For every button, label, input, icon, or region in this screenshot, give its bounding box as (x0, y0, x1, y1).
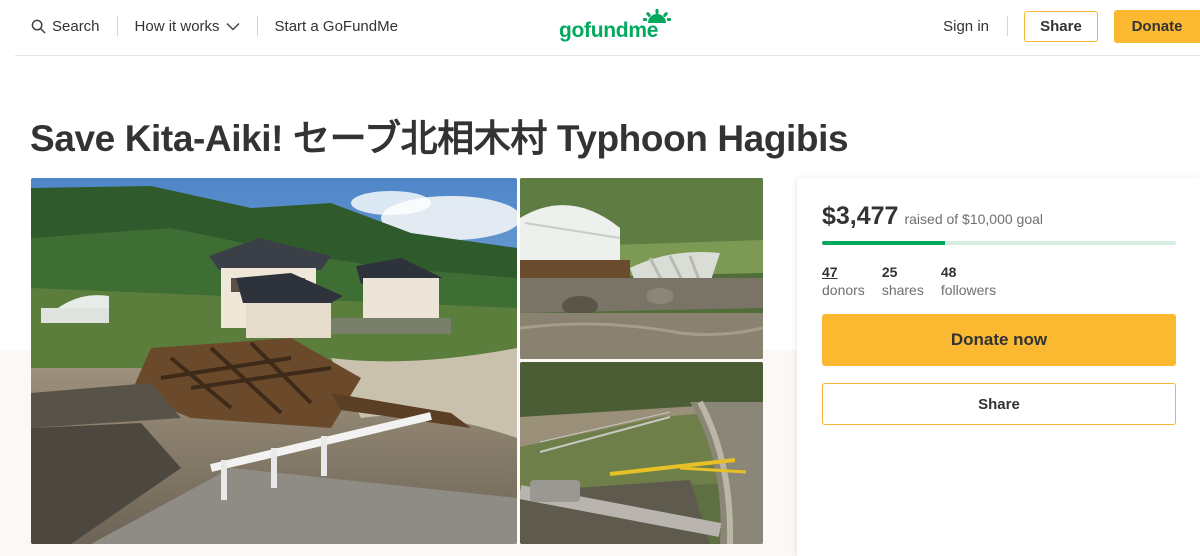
stat-shares: 25 shares (882, 263, 924, 299)
donate-now-button[interactable]: Donate now (822, 314, 1176, 366)
sign-in-link[interactable]: Sign in (943, 18, 989, 35)
chevron-down-icon (226, 22, 240, 31)
nav-divider (256, 16, 258, 36)
nav-right: Sign in Share Donate (943, 9, 1200, 43)
search-label: Search (52, 17, 100, 35)
followers-count: 48 (940, 264, 957, 280)
goal-text: raised of $10,000 goal (904, 211, 1044, 227)
progress-fill (822, 241, 946, 245)
stat-donors[interactable]: 47 donors (822, 263, 865, 299)
header-donate-button[interactable]: Donate (1114, 9, 1200, 43)
campaign-stats: 47 donors 25 shares 48 followers (822, 263, 996, 299)
start-gofundme-link[interactable]: Start a GoFundMe (275, 18, 398, 35)
gofundme-logo[interactable]: gofundme (559, 9, 671, 43)
donors-count[interactable]: 47 (822, 263, 865, 281)
amount-raised: $3,477 raised of $10,000 goal (822, 202, 1043, 231)
site-header: Search How it works Start a GoFundMe gof… (0, 0, 1200, 52)
followers-label: followers (940, 282, 997, 298)
header-divider (15, 55, 1200, 56)
campaign-main-photo[interactable] (31, 178, 517, 544)
shares-label: shares (881, 282, 924, 298)
how-it-works-label: How it works (134, 17, 220, 35)
campaign-photo-damaged-greenhouse[interactable] (520, 178, 763, 359)
logo-sun-icon (643, 9, 671, 23)
start-gofundme-label: Start a GoFundMe (274, 17, 398, 35)
donation-card: $3,477 raised of $10,000 goal 47 donors … (797, 178, 1200, 556)
progress-bar (822, 241, 1176, 245)
raised-amount: $3,477 (822, 202, 899, 230)
search-icon (31, 19, 46, 33)
campaign-photo-fallen-pole[interactable] (520, 362, 763, 544)
how-it-works-menu[interactable]: How it works (135, 18, 240, 35)
nav-divider (116, 16, 118, 36)
donors-label: donors (822, 282, 865, 298)
nav-divider (1007, 16, 1008, 36)
campaign-title: Save Kita-Aiki! セーブ北相木村 Typhoon Hagibis (30, 118, 849, 159)
search-link[interactable]: Search (31, 18, 100, 35)
stat-followers: 48 followers (941, 263, 996, 299)
header-share-button[interactable]: Share (1024, 10, 1098, 42)
nav-left: Search How it works Start a GoFundMe (31, 14, 398, 38)
shares-count: 25 (881, 264, 898, 280)
share-button[interactable]: Share (822, 383, 1176, 425)
